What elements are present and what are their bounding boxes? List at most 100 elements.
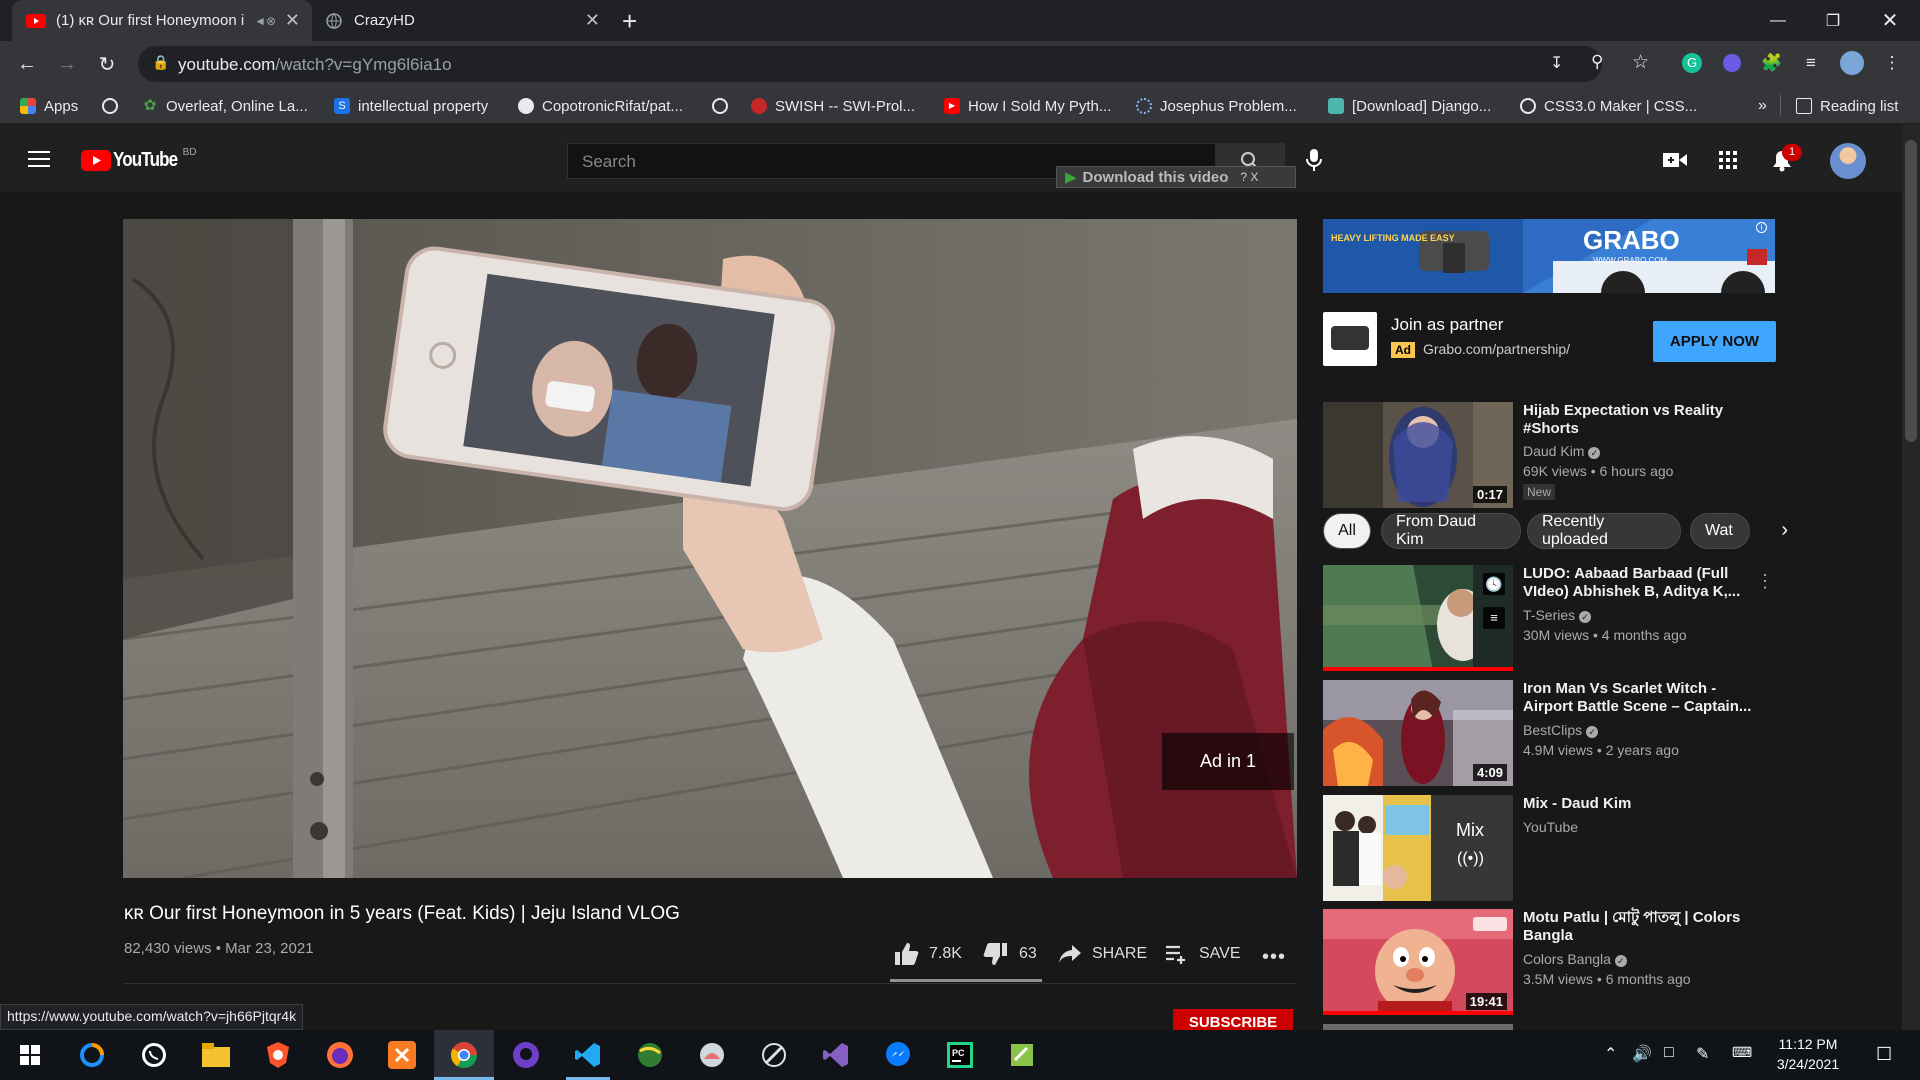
channel-name[interactable]: YouTube [1523, 819, 1578, 835]
ad-title[interactable]: Join as partner [1391, 315, 1503, 335]
tab-close-icon[interactable]: ✕ [585, 10, 600, 31]
channel-name[interactable]: T-Series ✓ [1523, 607, 1592, 623]
share-button[interactable]: SHARE [1058, 940, 1147, 968]
tab-audio-icon[interactable]: ◄⊗ [254, 14, 276, 28]
watch-later-icon[interactable]: 🕓 [1483, 573, 1505, 595]
ad-banner[interactable]: GRABO WWW.GRABO.COM HEAVY LIFTING MADE E… [1323, 219, 1775, 293]
file-explorer-icon[interactable] [186, 1030, 246, 1080]
save-button[interactable]: SAVE [1165, 940, 1241, 968]
volume-icon[interactable]: 🔊 [1632, 1044, 1652, 1064]
chip-watched[interactable]: Wat [1690, 513, 1750, 549]
thumbnail[interactable]: 🕓 ≡ [1323, 565, 1513, 671]
thumbnail[interactable]: 4:09 [1323, 680, 1513, 786]
avatar[interactable] [1830, 143, 1866, 179]
recommendation-title[interactable]: LUDO: Aabaad Barbaad (Full VIdeo) Abhish… [1523, 565, 1755, 601]
channel-name[interactable]: Daud Kim ✓ [1523, 443, 1601, 459]
search-app-icon[interactable] [62, 1030, 122, 1080]
windows-start-icon[interactable] [0, 1030, 60, 1080]
create-video-icon[interactable] [1663, 152, 1687, 168]
reading-list[interactable]: Reading list [1796, 95, 1898, 117]
vscode-icon[interactable] [558, 1030, 618, 1080]
github-desktop-icon[interactable] [496, 1030, 556, 1080]
more-bookmarks-icon[interactable]: » [1758, 95, 1767, 117]
xampp-icon[interactable] [372, 1030, 432, 1080]
thumbnail[interactable]: 0:17 [1323, 402, 1513, 508]
channel-name[interactable]: BestClips ✓ [1523, 722, 1599, 738]
forward-icon[interactable]: → [52, 49, 82, 79]
close-window-icon[interactable]: ✕ [1860, 0, 1920, 41]
dislike-button[interactable]: 63 [983, 940, 1037, 968]
bookmark-apps[interactable]: Apps [20, 95, 78, 117]
microphone-icon[interactable] [1306, 148, 1322, 172]
recommendation-title[interactable]: Motu Patlu | মোটু পাতলু | Colors Bangla [1523, 909, 1755, 945]
app-icon[interactable] [682, 1030, 742, 1080]
bookmark-swish[interactable]: SWISH -- SWI-Prol... [751, 95, 915, 117]
recommendation-title[interactable]: Hijab Expectation vs Reality #Shorts [1523, 402, 1755, 438]
notepad-icon[interactable] [992, 1030, 1052, 1080]
ad-info-icon[interactable]: i [1756, 222, 1767, 233]
recommendation-item[interactable]: Mix ((•)) Mix - Daud Kim YouTube [1323, 795, 1778, 901]
puzzle-extensions-icon[interactable]: 🧩 [1758, 49, 1786, 77]
thumbnail[interactable]: Mix ((•)) [1323, 795, 1513, 901]
subscribe-button[interactable]: SUBSCRIBE [1173, 1009, 1293, 1031]
download-bar-controls[interactable]: ? X [1240, 170, 1258, 184]
thumbnail[interactable]: 19:41 [1323, 909, 1513, 1015]
app-icon-2[interactable] [744, 1030, 804, 1080]
bookmark-intellectual-property[interactable]: Sintellectual property [334, 95, 488, 117]
pen-icon[interactable]: ✎ [1696, 1044, 1709, 1064]
url-text[interactable]: youtube.com/watch?v=gYmg6l6ia1o [178, 55, 452, 75]
minimize-icon[interactable]: — [1748, 0, 1808, 41]
bookmark-globe-2[interactable] [712, 95, 736, 117]
bookmark-css-maker[interactable]: CSS3.0 Maker | CSS... [1520, 95, 1697, 117]
add-to-queue-icon[interactable]: ≡ [1483, 607, 1505, 629]
youtube-logo[interactable]: YouTube BD [81, 147, 196, 172]
chip-all[interactable]: All [1323, 513, 1371, 549]
grammarly-icon[interactable]: G [1678, 49, 1706, 77]
recommendation-item[interactable]: 4:09 Iron Man Vs Scarlet Witch - Airport… [1323, 680, 1778, 786]
bookmark-youtube[interactable]: ▶ How I Sold My Pyth... [944, 95, 1111, 117]
recommendation-item[interactable]: 🕓 ≡ LUDO: Aabaad Barbaad (Full VIdeo) Ab… [1323, 565, 1778, 671]
brave-icon[interactable] [248, 1030, 308, 1080]
apps-grid-icon[interactable] [1719, 151, 1737, 169]
recommendation-title[interactable]: Iron Man Vs Scarlet Witch - Airport Batt… [1523, 680, 1755, 716]
video-player[interactable] [123, 219, 1297, 878]
chip-recently-uploaded[interactable]: Recently uploaded [1527, 513, 1681, 549]
earth-icon[interactable] [620, 1030, 680, 1080]
install-icon[interactable]: ↧ [1550, 53, 1563, 73]
bookmark-globe[interactable] [102, 95, 126, 117]
more-actions-icon[interactable]: ••• [1262, 946, 1286, 969]
bookmark-star-icon[interactable]: ☆ [1632, 51, 1649, 74]
extension-icon[interactable] [1718, 49, 1746, 77]
recommendation-title[interactable]: Mix - Daud Kim [1523, 795, 1755, 813]
bookmark-django[interactable]: [Download] Django... [1328, 95, 1491, 117]
ad-logo[interactable] [1323, 312, 1377, 366]
channel-name[interactable]: Colors Bangla ✓ [1523, 951, 1627, 967]
hamburger-menu-icon[interactable] [28, 151, 50, 167]
profile-avatar-icon[interactable] [1838, 49, 1866, 77]
chip-scroll-right-icon[interactable]: › [1748, 513, 1788, 549]
zoom-icon[interactable]: ⚲ [1591, 52, 1603, 72]
like-button[interactable]: 7.8K [893, 940, 962, 968]
visual-studio-icon[interactable] [806, 1030, 866, 1080]
bookmark-github[interactable]: CopotronicRifat/pat... [518, 95, 683, 117]
notification-center-icon[interactable]: ☐ [1876, 1044, 1892, 1065]
ad-url[interactable]: Grabo.com/partnership/ [1423, 341, 1570, 357]
tray-chevron-icon[interactable]: ⌃ [1604, 1044, 1617, 1064]
firefox-icon[interactable] [310, 1030, 370, 1080]
whatsapp-icon[interactable] [124, 1030, 184, 1080]
recommendation-item[interactable]: 0:17 Hijab Expectation vs Reality #Short… [1323, 402, 1778, 508]
keyboard-icon[interactable]: ⌨ [1732, 1044, 1752, 1061]
menu-kebab-icon[interactable]: ⋮ [1878, 49, 1906, 77]
tab-youtube[interactable]: (1) ᴋʀ Our first Honeymoon i ◄⊗ ✕ [12, 0, 312, 41]
recommendation-item[interactable]: 19:41 Motu Patlu | মোটু পাতলু | Colors B… [1323, 909, 1778, 1015]
system-clock[interactable]: 11:12 PM 3/24/2021 [1760, 1034, 1856, 1074]
new-tab-button[interactable]: + [622, 6, 637, 37]
tab-close-icon[interactable]: ✕ [285, 10, 300, 31]
chrome-icon[interactable] [434, 1030, 494, 1080]
chip-from-daud-kim[interactable]: From Daud Kim [1381, 513, 1521, 549]
restore-icon[interactable]: ❐ [1803, 0, 1863, 41]
bookmark-josephus[interactable]: Josephus Problem... [1136, 95, 1297, 117]
messenger-icon[interactable] [868, 1030, 928, 1080]
reload-icon[interactable]: ↻ [92, 49, 122, 79]
address-bar[interactable]: 🔒 youtube.com/watch?v=gYmg6l6ia1o ↧ ⚲ ☆ [138, 46, 1649, 82]
